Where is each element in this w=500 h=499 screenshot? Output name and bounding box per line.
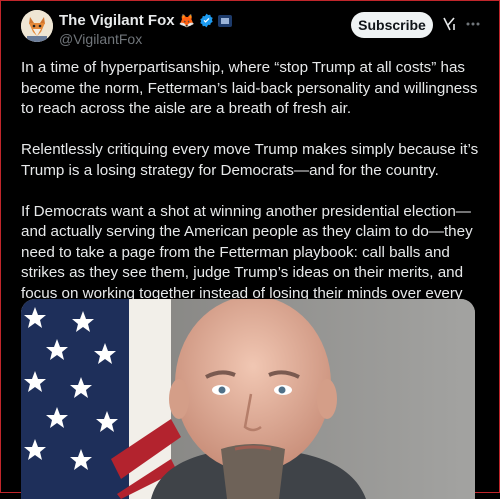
tweet-header: The Vigilant Fox 🦊 @VigilantFox Subscrib… [21, 10, 481, 50]
tweet-paragraph-2: Relentlessly critiquing every move Trump… [21, 141, 479, 179]
tweet: The Vigilant Fox 🦊 @VigilantFox Subscrib… [21, 10, 481, 499]
user-handle[interactable]: @VigilantFox [59, 31, 142, 47]
grok-icon[interactable] [441, 16, 457, 32]
name-row: The Vigilant Fox 🦊 [59, 12, 232, 29]
display-name[interactable]: The Vigilant Fox [59, 12, 175, 29]
avatar[interactable] [21, 10, 53, 42]
fox-emoji: 🦊 [178, 12, 195, 28]
verified-badge-icon [199, 13, 214, 28]
tweet-paragraph-1: In a time of hyperpartisanship, where “s… [21, 59, 478, 117]
subscribe-button[interactable]: Subscribe [351, 12, 433, 38]
affiliate-badge-icon [217, 14, 232, 27]
tweet-photo[interactable] [21, 299, 475, 499]
more-icon[interactable] [465, 16, 481, 32]
